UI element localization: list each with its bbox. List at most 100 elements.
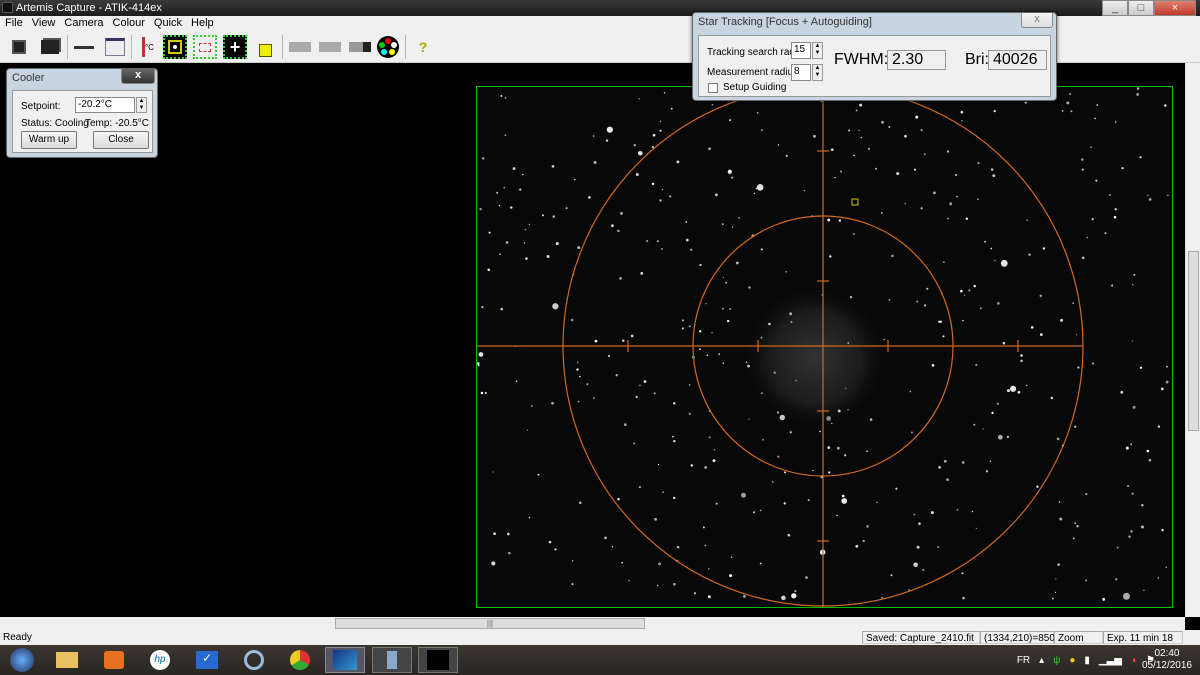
star bbox=[552, 303, 559, 310]
star bbox=[963, 294, 966, 296]
star bbox=[621, 561, 623, 564]
menu-camera[interactable]: Camera bbox=[64, 16, 103, 31]
cooler-close-button[interactable]: Close bbox=[93, 131, 149, 149]
star-tracking-close-icon[interactable]: x bbox=[1021, 13, 1053, 28]
star bbox=[961, 461, 965, 464]
close-button[interactable]: × bbox=[1154, 0, 1196, 16]
volume-muted-icon[interactable]: ◖ bbox=[1131, 655, 1137, 666]
image-viewport[interactable] bbox=[0, 63, 1185, 617]
star bbox=[479, 207, 482, 211]
camera-repeat-icon[interactable] bbox=[318, 35, 342, 59]
star bbox=[577, 246, 581, 249]
show-hidden-icons[interactable]: ▴ bbox=[1039, 655, 1044, 666]
save-icon[interactable] bbox=[7, 35, 31, 59]
star bbox=[708, 436, 711, 439]
camera-sequence-icon[interactable] bbox=[348, 35, 372, 59]
star bbox=[676, 545, 680, 549]
star bbox=[1090, 146, 1092, 149]
crosshair-icon[interactable]: + bbox=[223, 35, 247, 59]
star bbox=[888, 126, 891, 129]
browser-icon[interactable] bbox=[234, 647, 274, 673]
search-radius-spinner[interactable]: ▲ ▼ bbox=[812, 42, 823, 59]
menu-colour[interactable]: Colour bbox=[113, 16, 145, 31]
star bbox=[827, 218, 831, 222]
star bbox=[615, 374, 618, 377]
star bbox=[705, 302, 707, 305]
network-icon[interactable]: ψ bbox=[1053, 655, 1060, 666]
media-player-icon[interactable] bbox=[94, 647, 134, 673]
lock-icon[interactable] bbox=[253, 35, 277, 59]
telescope-icon[interactable] bbox=[72, 35, 96, 59]
window-settings-icon[interactable] bbox=[103, 35, 127, 59]
star bbox=[942, 335, 945, 338]
star bbox=[1161, 529, 1164, 532]
signal-icon[interactable]: ▁▃▅ bbox=[1099, 655, 1122, 666]
star bbox=[787, 533, 791, 537]
star bbox=[756, 184, 764, 191]
star bbox=[718, 353, 721, 356]
star bbox=[1080, 158, 1084, 161]
save-sequence-icon[interactable] bbox=[38, 35, 62, 59]
star bbox=[729, 308, 732, 310]
maximize-button[interactable]: □ bbox=[1128, 0, 1154, 16]
measurement-radius-spinner[interactable]: ▲ ▼ bbox=[812, 64, 823, 81]
subframe-icon[interactable] bbox=[193, 35, 217, 59]
star bbox=[673, 402, 676, 405]
star bbox=[1115, 578, 1118, 581]
vertical-scrollbar[interactable] bbox=[1185, 63, 1200, 617]
star bbox=[682, 319, 684, 322]
measurement-radius-input[interactable]: 8 bbox=[791, 64, 811, 81]
star bbox=[671, 435, 674, 438]
star-image-taskbar-icon[interactable] bbox=[418, 647, 458, 673]
setpoint-input[interactable]: -20.2°C bbox=[75, 97, 135, 113]
star bbox=[1139, 156, 1142, 159]
security-icon[interactable]: ● bbox=[1069, 655, 1075, 666]
star bbox=[653, 392, 656, 395]
star bbox=[830, 148, 834, 151]
camera-icon[interactable] bbox=[288, 35, 312, 59]
star bbox=[913, 562, 918, 568]
star bbox=[933, 191, 936, 195]
star bbox=[771, 481, 774, 483]
menu-help[interactable]: Help bbox=[191, 16, 214, 31]
star bbox=[938, 320, 941, 323]
vertical-scroll-thumb[interactable] bbox=[1188, 251, 1199, 431]
horizontal-scroll-thumb[interactable]: ||| bbox=[335, 618, 645, 629]
minimize-button[interactable]: _ bbox=[1102, 0, 1128, 16]
star bbox=[551, 401, 554, 405]
language-indicator[interactable]: FR bbox=[1017, 655, 1030, 666]
cooler-close-icon[interactable]: x bbox=[121, 69, 155, 84]
start-button[interactable] bbox=[2, 647, 42, 673]
star bbox=[1085, 579, 1088, 582]
focus-frame-icon[interactable] bbox=[163, 35, 187, 59]
setpoint-spinner[interactable]: ▲ ▼ bbox=[136, 97, 147, 113]
menu-quick[interactable]: Quick bbox=[154, 16, 182, 31]
search-radius-input[interactable]: 15 bbox=[791, 42, 811, 59]
device-icon[interactable]: ▮ bbox=[1084, 655, 1090, 666]
horizontal-scrollbar[interactable]: ||| bbox=[0, 617, 1185, 630]
star bbox=[962, 320, 964, 322]
setup-guiding-checkbox[interactable] bbox=[708, 83, 718, 93]
colour-filter-wheel-icon[interactable] bbox=[376, 35, 400, 59]
warm-up-button[interactable]: Warm up bbox=[21, 131, 77, 149]
star bbox=[869, 418, 873, 421]
star bbox=[617, 229, 620, 233]
thermometer-icon[interactable]: °C bbox=[136, 35, 160, 59]
clock[interactable]: 02:40 05/12/2016 bbox=[1142, 648, 1192, 672]
star bbox=[690, 464, 693, 467]
file-explorer-icon[interactable] bbox=[47, 647, 87, 673]
star bbox=[656, 584, 659, 587]
star bbox=[827, 446, 831, 449]
star bbox=[1130, 443, 1133, 446]
hp-icon[interactable]: hp bbox=[140, 647, 180, 673]
camera-app-taskbar-icon[interactable] bbox=[372, 647, 412, 673]
artemis-capture-taskbar-icon[interactable] bbox=[325, 647, 365, 673]
chrome-icon[interactable] bbox=[280, 647, 320, 673]
help-icon[interactable]: ? bbox=[411, 35, 435, 59]
star bbox=[480, 391, 484, 395]
menu-file[interactable]: File bbox=[5, 16, 23, 31]
menu-view[interactable]: View bbox=[32, 16, 56, 31]
star bbox=[875, 167, 878, 170]
checkmark-app-icon[interactable]: ✓ bbox=[187, 647, 227, 673]
star bbox=[1113, 215, 1117, 219]
